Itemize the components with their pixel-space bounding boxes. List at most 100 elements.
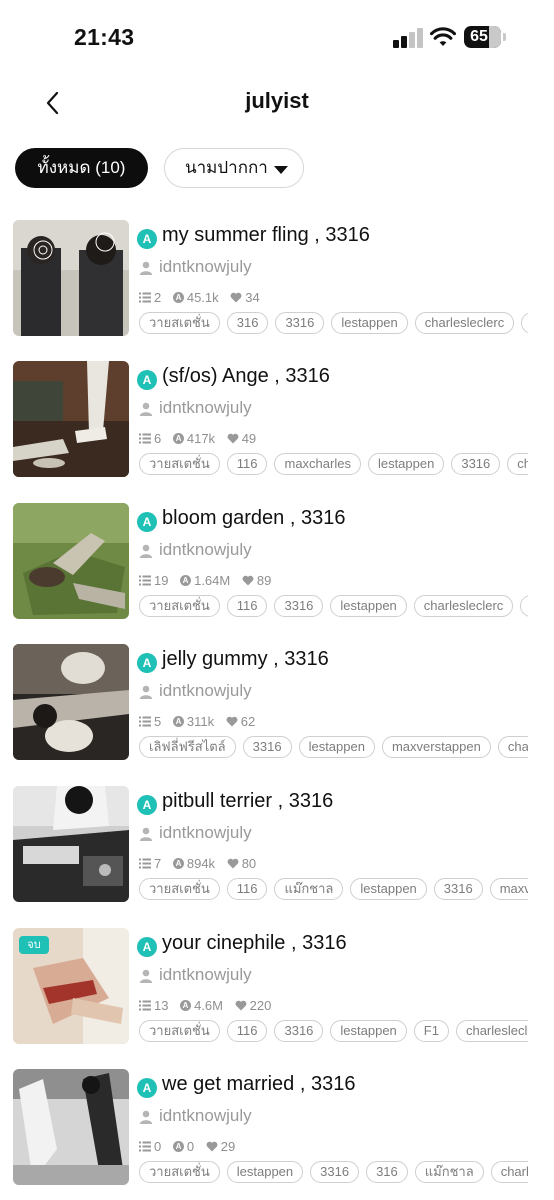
person-icon xyxy=(139,402,153,416)
audience-a-icon: A xyxy=(137,795,157,815)
story-item[interactable]: A pitbull terrier , 3316 idntknowjuly 7 … xyxy=(0,786,554,916)
tag-chip[interactable]: charlesl xyxy=(490,1161,528,1183)
tag-chip[interactable]: วายสเตชั่น xyxy=(139,595,220,617)
tag-chip[interactable]: 3316 xyxy=(433,878,483,900)
tag-chip[interactable]: 316 xyxy=(366,1161,408,1183)
svg-text:A: A xyxy=(175,859,181,868)
battery-level: 65 xyxy=(470,28,488,45)
audience-eye-icon: A xyxy=(172,716,184,727)
tag-list: วายสเตชั่น 316 3316 lestappen charlesleclerc… xyxy=(139,312,528,336)
stats-row: 19 A 1.64M 89 xyxy=(139,573,279,589)
tag-chip[interactable]: lestappen xyxy=(350,878,427,900)
tag-chip[interactable]: 3316 xyxy=(274,595,324,617)
battery-icon: 65 xyxy=(464,26,506,48)
tag-chip[interactable]: วายสเตชั่น xyxy=(139,878,220,900)
tag-chip[interactable]: charl xyxy=(497,736,528,758)
tag-chip[interactable]: 3316 xyxy=(274,1020,324,1042)
person-icon xyxy=(139,827,153,841)
tag-chip[interactable]: วายสเตชั่น xyxy=(139,1161,220,1183)
tag-list: วายสเตชั่น 116 3316 lestappen charlesleclerc… xyxy=(139,595,528,619)
pen-name-dropdown[interactable]: นามปากกา xyxy=(164,148,304,188)
heart-icon xyxy=(242,575,254,586)
chapter-count: 5 xyxy=(154,714,162,729)
story-item[interactable]: A bloom garden , 3316 idntknowjuly 19 A1… xyxy=(0,503,554,633)
header: julyist xyxy=(0,78,554,128)
tag-chip[interactable]: m xyxy=(521,312,528,334)
audience-a-icon: A xyxy=(137,512,157,532)
audience-eye-icon: A xyxy=(180,1000,192,1011)
author-name: idntknowjuly xyxy=(159,1106,252,1125)
tag-chip[interactable]: เลิฟลี่ฟรีสไตล์ xyxy=(139,736,236,758)
author-name: idntknowjuly xyxy=(159,823,252,842)
heart-icon xyxy=(227,433,239,444)
tag-chip[interactable]: แม๊กชาล xyxy=(274,878,344,900)
tag-chip[interactable]: lestappen xyxy=(226,1161,304,1183)
tag-chip[interactable]: m xyxy=(520,595,528,617)
tag-chip[interactable]: lestappen xyxy=(298,736,375,758)
tag-chip[interactable]: วายสเตชั่น xyxy=(139,1020,220,1042)
tag-chip[interactable]: F1 xyxy=(413,1020,449,1042)
tag-chip[interactable]: 3316 xyxy=(451,453,501,475)
like-count: 80 xyxy=(241,856,257,871)
story-title[interactable]: pitbull terrier , 3316 xyxy=(162,790,333,813)
tag-chip[interactable]: 116 xyxy=(226,595,268,617)
chapter-count: 19 xyxy=(154,573,169,588)
tag-chip[interactable]: วายสเตชั่น xyxy=(139,453,220,475)
tag-chip[interactable]: charlesleclerc xyxy=(414,312,515,334)
tag-chip[interactable]: charlesleclerc xyxy=(413,595,514,617)
list-icon xyxy=(139,1141,151,1152)
tag-chip[interactable]: char xyxy=(507,453,528,475)
chapter-count: 0 xyxy=(154,1139,162,1154)
story-title[interactable]: we get married , 3316 xyxy=(162,1073,355,1096)
caret-down-icon xyxy=(274,166,288,174)
tag-chip[interactable]: lestappen xyxy=(330,595,407,617)
tag-chip[interactable]: charlesleclerc xyxy=(455,1020,528,1042)
tag-chip[interactable]: แม๊กชาล xyxy=(414,1161,484,1183)
svg-text:A: A xyxy=(183,576,189,585)
tag-chip[interactable]: 116 xyxy=(226,1020,268,1042)
tag-chip[interactable]: lestappen xyxy=(331,312,408,334)
svg-text:A: A xyxy=(175,434,181,443)
list-icon xyxy=(139,575,151,586)
heart-icon xyxy=(235,1000,247,1011)
filter-all-button[interactable]: ทั้งหมด (10) xyxy=(15,148,148,188)
story-item[interactable]: A (sf/os) Ange , 3316 idntknowjuly 6 A 41… xyxy=(0,361,554,491)
story-title[interactable]: your cinephile , 3316 xyxy=(162,932,347,955)
story-item[interactable]: A jelly gummy , 3316 idntknowjuly 5 A 311… xyxy=(0,644,554,774)
tag-chip[interactable]: 3316 xyxy=(275,312,325,334)
stats-row: 7 A 894k 80 xyxy=(139,856,264,872)
list-icon xyxy=(139,433,151,444)
story-title[interactable]: my summer fling , 3316 xyxy=(162,224,370,247)
person-icon xyxy=(139,261,153,275)
audience-eye-icon: A xyxy=(172,1141,184,1152)
story-item[interactable]: A my summer fling , 3316 idntknowjuly 2 … xyxy=(0,220,554,350)
story-title[interactable]: (sf/os) Ange , 3316 xyxy=(162,365,330,388)
tag-chip[interactable]: 116 xyxy=(226,878,268,900)
like-count: 34 xyxy=(245,290,260,305)
audience-a-icon: A xyxy=(137,653,157,673)
view-count: 894k xyxy=(186,856,216,871)
tag-chip[interactable]: วายสเตชั่น xyxy=(139,312,220,334)
tag-list: วายสเตชั่น 116 3316 lestappen F1 charleslecle… xyxy=(139,1020,528,1044)
tag-chip[interactable]: 3316 xyxy=(310,1161,360,1183)
author-name: idntknowjuly xyxy=(159,965,252,984)
like-count: 29 xyxy=(220,1139,236,1154)
stats-row: 6 A 417k 49 xyxy=(139,431,264,447)
like-count: 89 xyxy=(256,573,272,588)
story-title[interactable]: bloom garden , 3316 xyxy=(162,507,345,530)
tag-list: วายสเตชั่น lestappen 3316 316 แม๊กชาล charles… xyxy=(139,1161,528,1185)
tag-chip[interactable]: lestappen xyxy=(330,1020,407,1042)
tag-chip[interactable]: 316 xyxy=(226,312,269,334)
cellular-signal-icon xyxy=(393,28,423,48)
tag-chip[interactable]: maxcharles xyxy=(274,453,361,475)
tag-chip[interactable]: maxvers xyxy=(489,878,528,900)
story-title[interactable]: jelly gummy , 3316 xyxy=(162,648,329,671)
tag-chip[interactable]: lestappen xyxy=(367,453,445,475)
tag-chip[interactable]: maxverstappen xyxy=(381,736,491,758)
story-item[interactable]: A we get married , 3316 idntknowjuly 0 A… xyxy=(0,1069,554,1199)
tag-chip[interactable]: 116 xyxy=(226,453,268,475)
tag-list: วายสเตชั่น 116 maxcharles lestappen 3316 char xyxy=(139,453,528,477)
tag-chip[interactable]: 3316 xyxy=(242,736,292,758)
svg-text:A: A xyxy=(175,1142,181,1151)
story-item[interactable]: จบ A your cinephile , 3316 idntknowjuly … xyxy=(0,928,554,1058)
